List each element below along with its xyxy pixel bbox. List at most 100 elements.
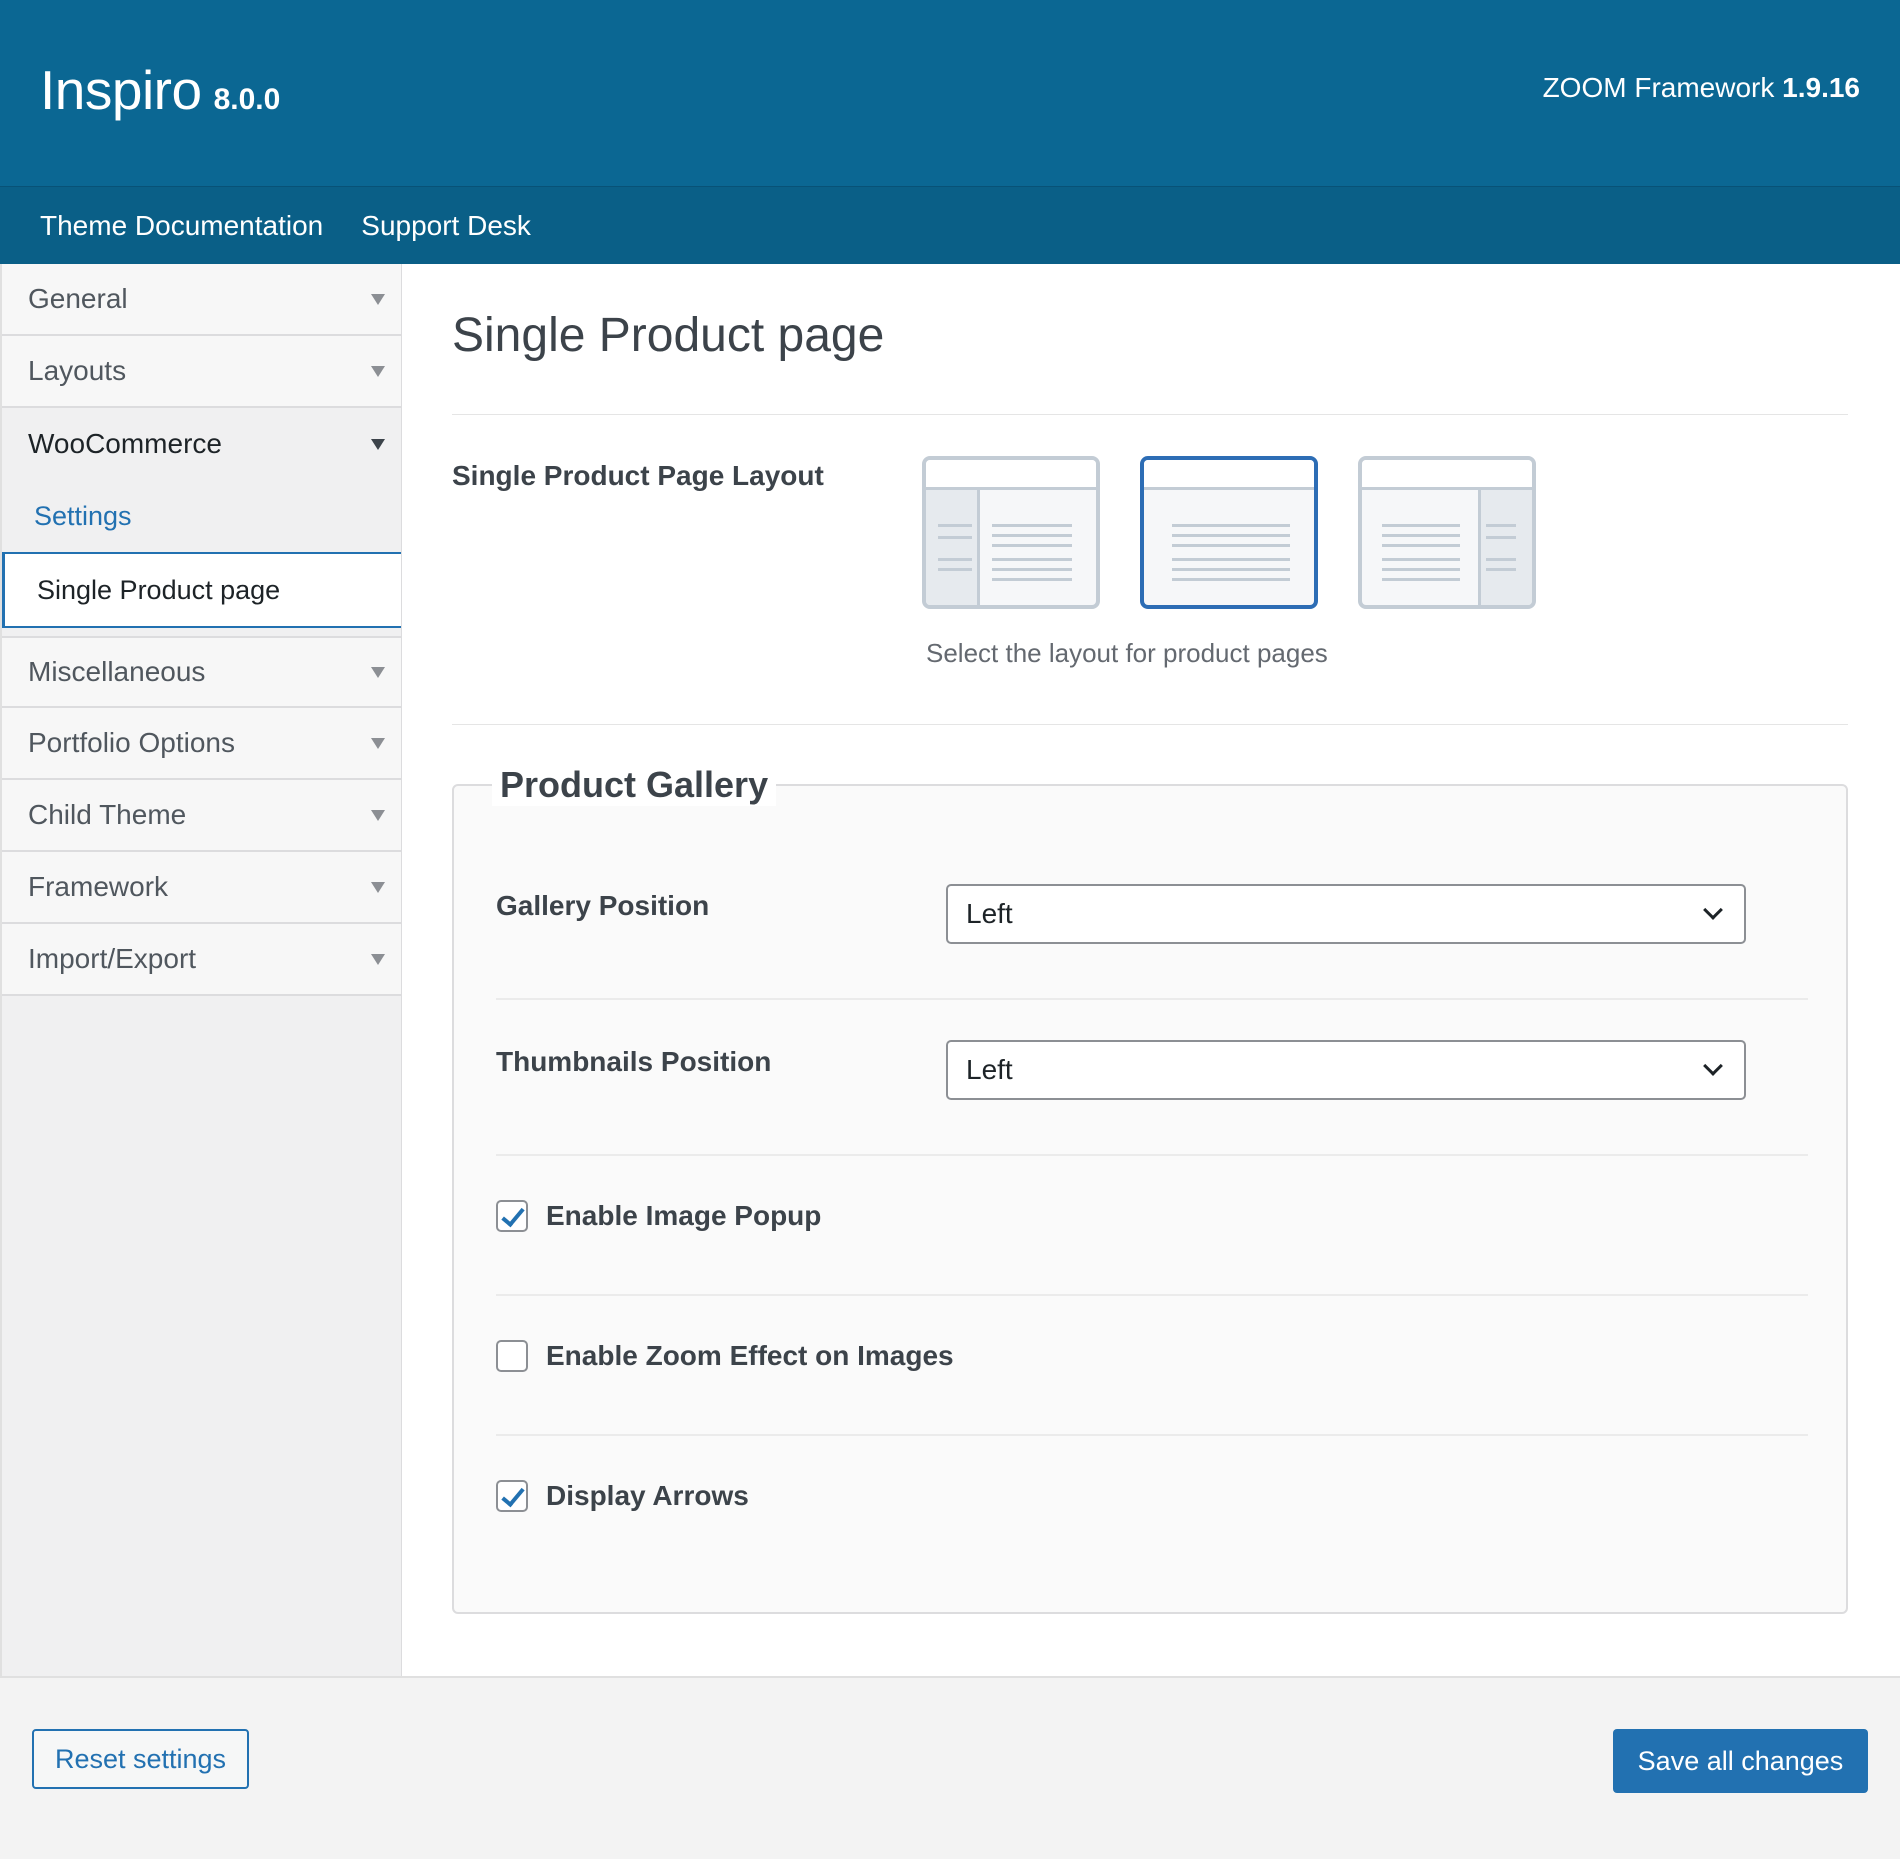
layout-line xyxy=(1486,558,1516,561)
caret-down-icon xyxy=(371,737,385,749)
chevron-down-icon xyxy=(1703,1056,1723,1076)
chevron-down-icon xyxy=(1703,900,1723,920)
layout-line xyxy=(1172,568,1290,571)
sidebar-item-miscellaneous[interactable]: Miscellaneous xyxy=(2,636,401,708)
brand-version: 8.0.0 xyxy=(213,83,281,116)
enable-zoom-effect-option[interactable]: Enable Zoom Effect on Images xyxy=(496,1340,954,1372)
theme-documentation-link[interactable]: Theme Documentation xyxy=(40,210,323,242)
framework-version: ZOOM Framework 1.9.16 xyxy=(1543,72,1860,104)
layout-line xyxy=(1172,578,1290,581)
layout-line xyxy=(1382,568,1460,571)
layout-line xyxy=(1486,568,1516,571)
layout-line xyxy=(1172,524,1290,527)
reset-settings-button[interactable]: Reset settings xyxy=(32,1729,249,1789)
sidebar-item-woocommerce[interactable]: WooCommerce xyxy=(2,408,401,480)
sidebar-item-label: Layouts xyxy=(28,355,127,386)
layout-sidebar-shape xyxy=(1478,490,1532,605)
app-header: Inspiro 8.0.0 ZOOM Framework 1.9.16 xyxy=(0,0,1900,186)
product-gallery-section: Product Gallery Gallery Position Left Th… xyxy=(452,764,1848,1614)
layout-header-shape xyxy=(926,460,1096,490)
layout-line xyxy=(1382,578,1460,581)
caret-down-icon xyxy=(371,953,385,965)
layout-line xyxy=(992,578,1072,581)
divider xyxy=(496,1294,1808,1296)
sidebar-subitem-settings[interactable]: Settings xyxy=(2,480,401,552)
sidebar-item-general[interactable]: General xyxy=(2,264,401,336)
sidebar-item-layouts[interactable]: Layouts xyxy=(2,336,401,408)
gallery-position-value: Left xyxy=(966,898,1013,929)
layout-sidebar-shape xyxy=(926,490,980,605)
enable-zoom-effect-checkbox[interactable] xyxy=(496,1340,528,1372)
layout-line xyxy=(938,524,972,527)
enable-image-popup-checkbox[interactable] xyxy=(496,1200,528,1232)
layout-line xyxy=(1382,534,1460,537)
layout-label: Single Product Page Layout xyxy=(452,460,824,491)
layout-line xyxy=(938,558,972,561)
sidebar-item-portfolio-options[interactable]: Portfolio Options xyxy=(2,708,401,780)
sidebar-item-label: General xyxy=(28,283,128,314)
divider xyxy=(452,414,1848,415)
sidebar: General Layouts WooCommerce Settings Sin… xyxy=(0,264,402,1676)
enable-image-popup-option[interactable]: Enable Image Popup xyxy=(496,1200,821,1232)
caret-down-icon xyxy=(371,438,385,450)
caret-down-icon xyxy=(371,293,385,305)
sidebar-item-child-theme[interactable]: Child Theme xyxy=(2,780,401,852)
top-nav: Theme Documentation Support Desk xyxy=(0,186,1900,264)
sidebar-item-label: Import/Export xyxy=(28,943,197,974)
brand-name: Inspiro xyxy=(40,59,202,121)
thumbnails-position-value: Left xyxy=(966,1054,1013,1085)
framework-number: 1.9.16 xyxy=(1782,72,1860,103)
layout-line xyxy=(1172,534,1290,537)
sidebar-item-label: Framework xyxy=(28,871,169,902)
support-desk-link[interactable]: Support Desk xyxy=(361,210,531,242)
page-title: Single Product page xyxy=(452,309,885,362)
layout-line xyxy=(1486,524,1516,527)
thumbnails-position-label: Thumbnails Position xyxy=(496,1046,772,1077)
divider xyxy=(496,998,1808,1000)
brand: Inspiro 8.0.0 xyxy=(40,58,280,122)
caret-down-icon xyxy=(371,666,385,678)
checkbox-label: Display Arrows xyxy=(546,1480,749,1511)
divider xyxy=(496,1434,1808,1436)
sidebar-item-framework[interactable]: Framework xyxy=(2,852,401,924)
gallery-position-label: Gallery Position xyxy=(496,890,710,921)
layout-line xyxy=(1172,544,1290,547)
divider xyxy=(452,724,1848,725)
layout-hint: Select the layout for product pages xyxy=(926,638,1328,668)
main-panel: Single Product page Single Product Page … xyxy=(402,264,1900,1676)
layout-option-full-width[interactable] xyxy=(1140,456,1318,609)
sidebar-item-label: WooCommerce xyxy=(28,428,222,459)
layout-option-sidebar-left[interactable] xyxy=(922,456,1100,609)
layout-line xyxy=(1382,544,1460,547)
product-gallery-legend: Product Gallery xyxy=(492,764,777,806)
display-arrows-option[interactable]: Display Arrows xyxy=(496,1480,749,1512)
save-all-changes-button[interactable]: Save all changes xyxy=(1613,1729,1868,1793)
thumbnails-position-select[interactable]: Left xyxy=(946,1040,1746,1100)
footer-bar: Reset settings Save all changes xyxy=(0,1676,1900,1859)
checkbox-label: Enable Zoom Effect on Images xyxy=(546,1340,954,1371)
layout-line xyxy=(992,558,1072,561)
layout-line xyxy=(992,568,1072,571)
layout-line xyxy=(938,536,972,539)
caret-down-icon xyxy=(371,881,385,893)
layout-line xyxy=(992,524,1072,527)
layout-line xyxy=(992,534,1072,537)
gallery-position-select[interactable]: Left xyxy=(946,884,1746,944)
divider xyxy=(496,1154,1808,1156)
sidebar-subitem-single-product-page[interactable]: Single Product page xyxy=(2,552,401,628)
display-arrows-checkbox[interactable] xyxy=(496,1480,528,1512)
sidebar-item-import-export[interactable]: Import/Export xyxy=(2,924,401,996)
caret-down-icon xyxy=(371,365,385,377)
layout-header-shape xyxy=(1362,460,1532,490)
sidebar-item-label: Miscellaneous xyxy=(28,656,206,687)
layout-header-shape xyxy=(1144,460,1314,490)
checkbox-label: Enable Image Popup xyxy=(546,1200,822,1231)
caret-down-icon xyxy=(371,809,385,821)
sidebar-item-label: Portfolio Options xyxy=(28,727,235,758)
layout-line xyxy=(992,544,1072,547)
layout-line xyxy=(1172,558,1290,561)
layout-line xyxy=(1486,536,1516,539)
layout-option-sidebar-right[interactable] xyxy=(1358,456,1536,609)
layout-line xyxy=(938,568,972,571)
layout-line xyxy=(1382,524,1460,527)
